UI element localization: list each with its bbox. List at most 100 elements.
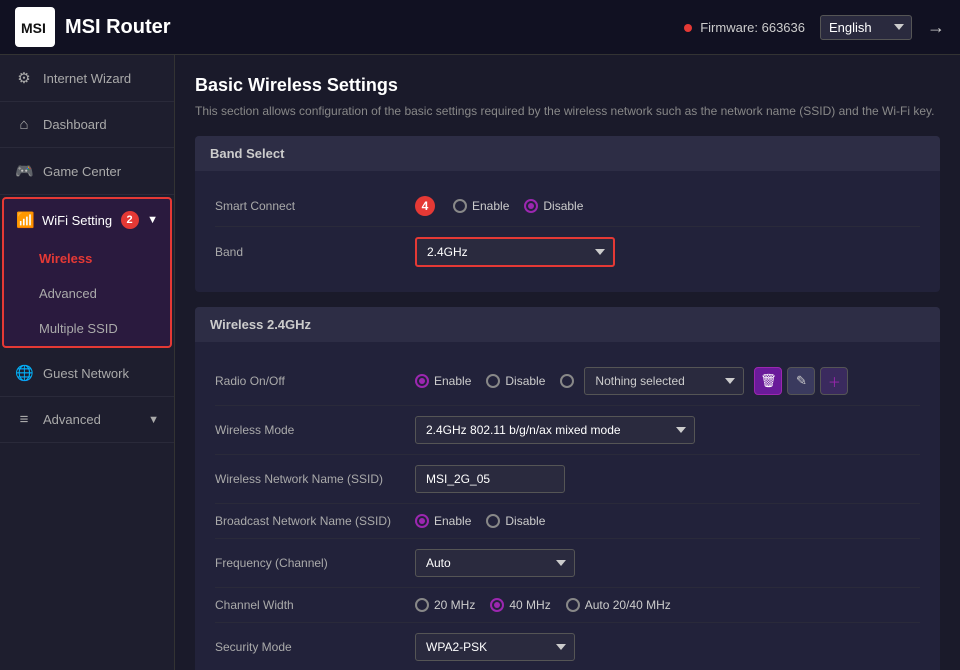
smart-connect-disable-option[interactable]: Disable xyxy=(524,199,583,213)
sidebar-item-internet-wizard[interactable]: ⚙ Internet Wizard xyxy=(0,55,174,102)
broadcast-enable-option[interactable]: Enable xyxy=(415,514,471,528)
band-select-section: Band Select Smart Connect 4 Enable xyxy=(195,136,940,292)
radio-on-off-control: Enable Disable Nothing selected xyxy=(415,367,920,395)
network-name-row: Wireless Network Name (SSID) xyxy=(215,455,920,504)
sidebar-item-game-center[interactable]: 🎮 Game Center xyxy=(0,148,174,195)
channel-40mhz-label: 40 MHz xyxy=(509,598,550,612)
radio-delete-button[interactable]: 🗑 xyxy=(754,367,782,395)
broadcast-radio-group: Enable Disable xyxy=(415,514,545,528)
language-select[interactable]: English Chinese Japanese xyxy=(820,15,912,40)
gamepad-icon: 🎮 xyxy=(15,162,33,180)
sidebar-item-guest-network[interactable]: 🌐 Guest Network xyxy=(0,350,174,397)
radio-edit-button[interactable]: ✎ xyxy=(787,367,815,395)
smart-connect-enable-radio[interactable] xyxy=(453,199,467,213)
channel-auto-radio[interactable] xyxy=(566,598,580,612)
channel-20mhz-radio[interactable] xyxy=(415,598,429,612)
sidebar-label-dashboard: Dashboard xyxy=(43,117,107,132)
logout-button[interactable]: → xyxy=(927,17,945,38)
broadcast-name-control: Enable Disable xyxy=(415,514,920,528)
broadcast-disable-option[interactable]: Disable xyxy=(486,514,545,528)
channel-auto-option[interactable]: Auto 20/40 MHz xyxy=(566,598,671,612)
page-description: This section allows configuration of the… xyxy=(195,104,940,118)
wireless-mode-label: Wireless Mode xyxy=(215,423,415,437)
sidebar-item-wifi-setting[interactable]: 📶 WiFi Setting 2 ▼ xyxy=(4,199,170,241)
page-title: Basic Wireless Settings xyxy=(195,75,940,96)
security-mode-label: Security Mode xyxy=(215,640,415,654)
radio-nothing-option[interactable] xyxy=(560,374,574,388)
channel-20mhz-option[interactable]: 20 MHz xyxy=(415,598,475,612)
band-select[interactable]: 2.4GHz 5GHz 6GHz xyxy=(415,237,615,267)
smart-connect-row: Smart Connect 4 Enable Disable xyxy=(215,186,920,227)
main-content: Basic Wireless Settings This section all… xyxy=(175,55,960,670)
wifi-submenu: Wireless Advanced Multiple SSID xyxy=(4,241,170,346)
firmware-info: Firmware: 663636 xyxy=(684,20,805,35)
broadcast-enable-label: Enable xyxy=(434,514,471,528)
smart-connect-radio-group: Enable Disable xyxy=(453,199,583,213)
msi-logo-icon: MSI xyxy=(15,7,55,47)
band-control: 2.4GHz 5GHz 6GHz xyxy=(415,237,920,267)
firmware-label: Firmware: 663636 xyxy=(700,20,805,35)
chevron-down-icon-advanced: ▼ xyxy=(148,414,159,426)
svg-text:MSI: MSI xyxy=(21,20,46,36)
radio-on-off-row: Radio On/Off Enable Disable xyxy=(215,357,920,406)
security-mode-select[interactable]: WPA2-PSK WPA3-SAE None xyxy=(415,633,575,661)
sidebar-item-advanced[interactable]: ≡ Advanced ▼ xyxy=(0,397,174,443)
channel-width-row: Channel Width 20 MHz 40 MHz xyxy=(215,588,920,623)
radio-enable-radio[interactable] xyxy=(415,374,429,388)
sidebar-item-advanced-wifi[interactable]: Advanced xyxy=(4,276,170,311)
smart-connect-disable-radio[interactable] xyxy=(524,199,538,213)
frequency-channel-control: Auto 1 6 11 xyxy=(415,549,920,577)
globe-icon: 🌐 xyxy=(15,364,33,382)
radio-disable-option[interactable]: Disable xyxy=(486,374,545,388)
frequency-channel-label: Frequency (Channel) xyxy=(215,556,415,570)
radio-enable-option[interactable]: Enable xyxy=(415,374,471,388)
frequency-channel-select[interactable]: Auto 1 6 11 xyxy=(415,549,575,577)
channel-40mhz-option[interactable]: 40 MHz xyxy=(490,598,550,612)
radio-on-off-group: Enable Disable xyxy=(415,374,574,388)
radio-nothing-radio[interactable] xyxy=(560,374,574,388)
nothing-selected-dropdown[interactable]: Nothing selected xyxy=(584,367,744,395)
sidebar-label-game-center: Game Center xyxy=(43,164,121,179)
sidebar-wifi-setting-group: 📶 WiFi Setting 2 ▼ Wireless Advanced Mul… xyxy=(2,197,172,348)
header: MSI MSI Router Firmware: 663636 English … xyxy=(0,0,960,55)
channel-20mhz-label: 20 MHz xyxy=(434,598,475,612)
broadcast-disable-radio[interactable] xyxy=(486,514,500,528)
home-icon: ⌂ xyxy=(15,116,33,133)
smart-connect-enable-option[interactable]: Enable xyxy=(453,199,509,213)
broadcast-name-label: Broadcast Network Name (SSID) xyxy=(215,514,415,528)
broadcast-name-row: Broadcast Network Name (SSID) Enable Dis… xyxy=(215,504,920,539)
wireless-mode-select[interactable]: 2.4GHz 802.11 b/g/n/ax mixed mode 2.4GHz… xyxy=(415,416,695,444)
radio-add-button[interactable]: ＋ xyxy=(820,367,848,395)
gear-icon: ⚙ xyxy=(15,69,33,87)
ssid-input[interactable] xyxy=(415,465,565,493)
band-label: Band xyxy=(215,245,415,259)
smart-connect-disable-label: Disable xyxy=(543,199,583,213)
sidebar-item-multiple-ssid[interactable]: Multiple SSID xyxy=(4,311,170,346)
channel-width-label: Channel Width xyxy=(215,598,415,612)
channel-40mhz-radio[interactable] xyxy=(490,598,504,612)
sidebar-item-wireless[interactable]: Wireless xyxy=(4,241,170,276)
radio-disable-radio[interactable] xyxy=(486,374,500,388)
header-right: Firmware: 663636 English Chinese Japanes… xyxy=(684,15,945,40)
step-badge-4: 4 xyxy=(415,196,435,216)
wireless-mode-row: Wireless Mode 2.4GHz 802.11 b/g/n/ax mix… xyxy=(215,406,920,455)
broadcast-enable-radio[interactable] xyxy=(415,514,429,528)
smart-connect-label: Smart Connect xyxy=(215,199,415,213)
wireless-mode-control: 2.4GHz 802.11 b/g/n/ax mixed mode 2.4GHz… xyxy=(415,416,920,444)
radio-action-buttons: 🗑 ✎ ＋ xyxy=(754,367,848,395)
sidebar-label-wifi-setting: WiFi Setting xyxy=(42,213,112,228)
channel-auto-label: Auto 20/40 MHz xyxy=(585,598,671,612)
channel-width-control: 20 MHz 40 MHz Auto 20/40 MHz xyxy=(415,598,920,612)
channel-width-radio-group: 20 MHz 40 MHz Auto 20/40 MHz xyxy=(415,598,671,612)
sidebar-label-advanced: Advanced xyxy=(43,412,101,427)
wireless-24-header: Wireless 2.4GHz xyxy=(195,307,940,342)
chevron-down-icon: ▼ xyxy=(147,214,158,226)
radio-disable-label: Disable xyxy=(505,374,545,388)
sidebar-item-dashboard[interactable]: ⌂ Dashboard xyxy=(0,102,174,148)
band-select-body: Smart Connect 4 Enable Disable xyxy=(195,171,940,292)
sidebar-label-internet-wizard: Internet Wizard xyxy=(43,71,131,86)
security-mode-row: Security Mode WPA2-PSK WPA3-SAE None xyxy=(215,623,920,670)
main-layout: ⚙ Internet Wizard ⌂ Dashboard 🎮 Game Cen… xyxy=(0,55,960,670)
wifi-badge: 2 xyxy=(121,211,139,229)
network-name-label: Wireless Network Name (SSID) xyxy=(215,472,415,486)
